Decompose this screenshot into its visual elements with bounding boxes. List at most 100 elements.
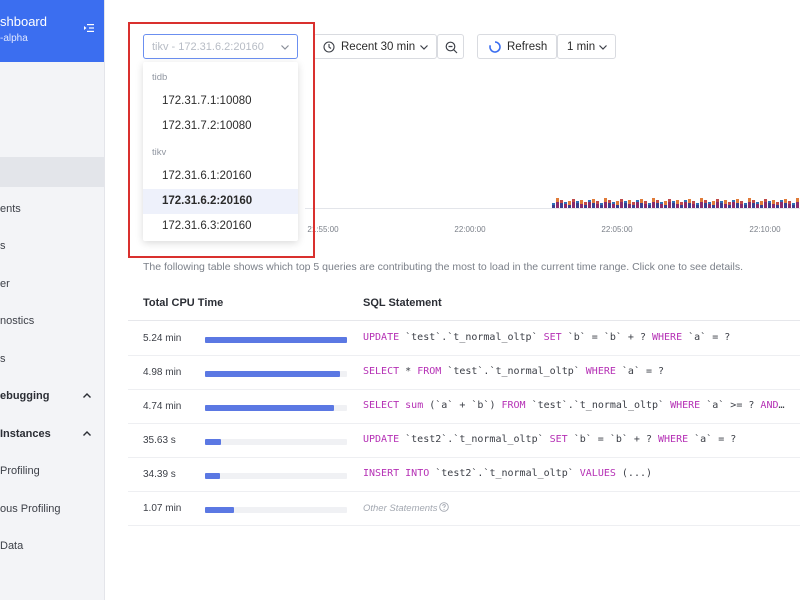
chart-bar [724,200,727,208]
chart-bar [608,200,611,208]
chevron-up-icon[interactable] [82,391,92,401]
chevron-down-icon [420,45,428,50]
time-range-select[interactable]: Recent 30 min [313,34,437,59]
instance-select[interactable]: tikv - 172.31.6.2:20160 [143,34,298,59]
sidebar-item-profiling[interactable]: Profiling [0,465,40,477]
sql-keyword: SET [549,434,568,445]
chart-tick-label: 22:10:00 [749,225,781,234]
chart-bar [728,202,731,208]
chart-bar [576,201,579,208]
cpu-time-bar [205,439,222,445]
chevron-down-icon [281,45,289,50]
sql-text: `test`.`t_normal_oltp` [525,400,671,411]
refresh-button[interactable]: Refresh [477,34,557,59]
chart-bar [784,199,787,208]
chart-bar [640,199,643,208]
chart-bar [588,200,591,208]
sidebar-group-debugging[interactable]: ebugging [0,390,50,402]
chart-bar [796,198,799,208]
sql-keyword: sum [405,400,424,411]
sql-statement-cell: SELECT * FROM `test`.`t_normal_oltp` WHE… [363,366,664,377]
refresh-interval-select[interactable]: 1 min [557,34,616,59]
chart-tick-label: 22:00:00 [454,225,486,234]
table-description: The following table shows which top 5 qu… [143,261,743,273]
sql-text: `a` = ? [682,332,731,343]
brand-title: shboard [0,14,47,29]
refresh-label: Refresh [507,41,548,53]
sql-keyword: SELECT [363,400,400,411]
dropdown-option[interactable]: 172.31.6.3:20160 [143,214,298,239]
sidebar-group-instances[interactable]: Instances [0,428,51,440]
cpu-time-bar [205,507,234,513]
table-row[interactable]: 5.24 min UPDATE `test`.`t_normal_oltp` SE… [128,322,800,356]
other-statements-text: Other Statements [363,503,438,514]
sync-icon [489,41,501,53]
chart-bar [660,202,663,208]
chart-bar [668,199,671,208]
sidebar-item-diagnostics[interactable]: nostics [0,315,34,327]
question-circle-icon[interactable] [439,502,450,512]
instance-dropdown: tidb 172.31.7.1:10080 172.31.7.2:10080 t… [143,62,298,241]
chart-bar [556,198,559,208]
chart-bar [620,199,623,208]
chart-bar [616,201,619,208]
sql-keyword: WHERE [652,332,683,343]
table-row[interactable]: 35.63 s UPDATE `test2`.`t_normal_oltp` SE… [128,424,800,458]
dropdown-option[interactable]: 172.31.7.1:10080 [143,89,298,114]
sidebar-item-continuous-profiling[interactable]: ous Profiling [0,503,61,515]
sidebar-item-slow-queries[interactable]: s [0,240,6,252]
option-label: 172.31.6.2:20160 [162,195,253,207]
sidebar-active-item[interactable] [0,157,104,187]
chart-bar [628,200,631,208]
cpu-time-bar [205,371,340,377]
chart-tick-label: 21:55:00 [307,225,339,234]
chevron-up-icon[interactable] [82,429,92,439]
chart-bar [704,200,707,208]
chart-bar [636,200,639,208]
table-row[interactable]: 4.74 min SELECT sum (`a` + `b`) FROM `tes… [128,390,800,424]
sidebar-item-statements[interactable]: ents [0,203,21,215]
chart-bar [648,203,651,208]
cpu-time-cell: 5.24 min [143,333,182,344]
sidebar-item-logs[interactable]: s [0,353,6,365]
column-header-sql: SQL Statement [363,297,442,309]
sql-statement-cell: SELECT sum (`a` + `b`) FROM `test`.`t_no… [363,400,785,411]
table-row[interactable]: 34.39 s INSERT INTO `test2`.`t_normal_olt… [128,458,800,492]
sql-keyword: WHERE [658,434,689,445]
clock-icon [323,41,335,53]
dropdown-option[interactable]: 172.31.7.2:10080 [143,114,298,139]
chart-bar [780,200,783,208]
dropdown-option-selected[interactable]: 172.31.6.2:20160 [143,189,298,214]
cpu-time-cell: 1.07 min [143,503,182,514]
cpu-time-bar [205,405,334,411]
chart-bar [604,198,607,208]
chart-bar [664,201,667,208]
chart-bar [596,201,599,208]
cpu-time-bar-track [205,371,347,377]
instance-select-value: tikv - 172.31.6.2:20160 [152,41,264,53]
dropdown-option[interactable]: 172.31.6.1:20160 [143,164,298,189]
chart-bar [776,202,779,208]
chart-tick-label: 22:05:00 [601,225,633,234]
sql-keyword: SET [543,332,562,343]
sidebar-item-data[interactable]: Data [0,540,23,552]
chart-bar [684,200,687,208]
sql-keyword: VALUES [579,468,616,479]
option-label: 172.31.7.1:10080 [162,95,252,107]
sidebar-item-cluster[interactable]: er [0,278,10,290]
chart-bar [736,199,739,208]
sql-text: * [399,366,418,377]
menu-fold-icon[interactable] [84,23,94,33]
other-statements-label: Other Statements [363,502,450,514]
chart-bar [752,200,755,208]
chart-bar [600,203,603,208]
chart-bars[interactable] [552,196,800,208]
refresh-interval-label: 1 min [567,41,596,53]
zoom-out-icon [445,41,458,54]
table-row[interactable]: 4.98 min SELECT * FROM `test`.`t_normal_o… [128,356,800,390]
zoom-out-button[interactable] [437,34,464,59]
chart-bar [572,199,575,208]
sql-keyword: AND [760,400,779,411]
sql-keyword: UPDATE [363,332,400,343]
table-row[interactable]: 1.07 min Other Statements [128,492,800,526]
